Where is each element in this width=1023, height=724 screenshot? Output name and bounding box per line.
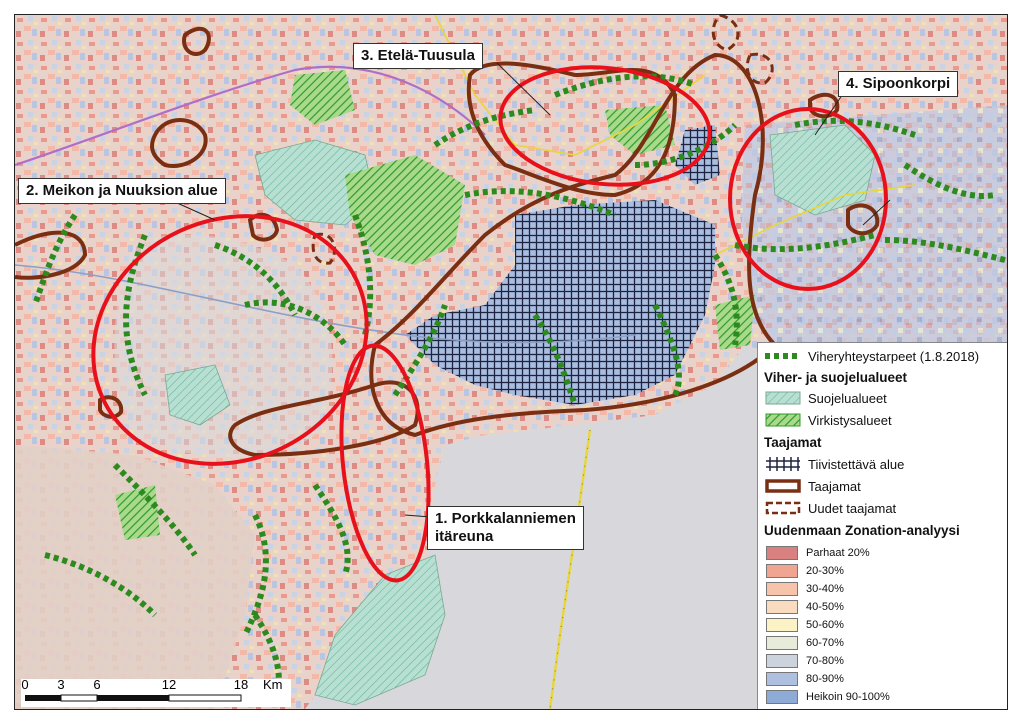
legend: Viheryhteystarpeet (1.8.2018) Viher- ja … — [757, 342, 1007, 709]
scale-tick-0: 0 — [21, 677, 29, 692]
zonation-label: 60-70% — [806, 637, 844, 649]
callout-area-1-line2: itäreuna — [435, 528, 494, 545]
legend-urban-heading: Taajamat — [764, 435, 822, 450]
scale-tick-6: 6 — [93, 677, 101, 692]
legend-zonation-item: Parhaat 20% — [766, 546, 870, 560]
scale-bar: 0 3 6 12 18 Km — [21, 677, 291, 707]
legend-zonation-item: 60-70% — [766, 636, 844, 650]
callout-area-1: 1. Porkkalanniemen itäreuna — [427, 506, 584, 550]
zonation-label: 20-30% — [806, 565, 844, 577]
scale-tick-12: 12 — [161, 677, 177, 692]
legend-zonation-item: 30-40% — [766, 582, 844, 596]
zonation-label: 80-90% — [806, 673, 844, 685]
legend-densify-label: Tiivistettävä alue — [808, 456, 905, 472]
railway-line — [548, 429, 592, 709]
zonation-swatch — [766, 654, 798, 668]
zonation-swatch — [766, 690, 798, 704]
legend-recreation: Virkistysalueet — [764, 412, 892, 428]
legend-new-urban-label: Uudet taajamat — [808, 500, 897, 516]
legend-new-urban: Uudet taajamat — [764, 500, 896, 516]
legend-zonation-item: Heikoin 90-100% — [766, 690, 890, 704]
scale-unit: Km — [263, 677, 283, 692]
green-link-symbol — [764, 348, 802, 364]
map-frame: 1. Porkkalanniemen itäreuna 2. Meikon ja… — [14, 14, 1008, 710]
zonation-swatch — [766, 582, 798, 596]
zonation-label: Heikoin 90-100% — [806, 691, 890, 703]
zonation-swatch — [766, 618, 798, 632]
scale-tick-3: 3 — [57, 677, 65, 692]
protected-symbol — [764, 390, 802, 406]
recreation-symbol — [764, 412, 802, 428]
urban-symbol — [764, 478, 802, 494]
legend-zonation-item: 50-60% — [766, 618, 844, 632]
legend-densify: Tiivistettävä alue — [764, 456, 904, 472]
zonation-label: 30-40% — [806, 583, 844, 595]
legend-green-links-label: Viheryhteystarpeet (1.8.2018) — [808, 348, 980, 364]
scale-bar-graphic — [25, 694, 242, 702]
legend-protected-label: Suojelualueet — [808, 390, 887, 406]
zonation-swatch — [766, 672, 798, 686]
legend-green-links: Viheryhteystarpeet (1.8.2018) — [764, 348, 979, 364]
legend-zonation-heading: Uudenmaan Zonation-analyysi — [764, 523, 960, 538]
legend-zonation-item: 70-80% — [766, 654, 844, 668]
legend-protected: Suojelualueet — [764, 390, 887, 406]
callout-area-4: 4. Sipoonkorpi — [838, 71, 959, 97]
legend-green-heading: Viher- ja suojelualueet — [764, 370, 908, 385]
callout-area-2: 2. Meikon ja Nuuksion alue — [18, 178, 226, 204]
callout-area-3: 3. Etelä-Tuusula — [353, 43, 483, 69]
callout-area-1-line1: 1. Porkkalanniemen — [435, 510, 576, 527]
zonation-swatch — [766, 600, 798, 614]
legend-urban-label: Taajamat — [808, 478, 861, 494]
zonation-label: 40-50% — [806, 601, 844, 613]
densify-symbol — [764, 456, 802, 472]
legend-recreation-label: Virkistysalueet — [808, 412, 892, 428]
legend-zonation-item: 40-50% — [766, 600, 844, 614]
zonation-label: 50-60% — [806, 619, 844, 631]
legend-urban: Taajamat — [764, 478, 861, 494]
new-urban-symbol — [764, 500, 802, 516]
zonation-label: 70-80% — [806, 655, 844, 667]
scale-tick-18: 18 — [233, 677, 249, 692]
legend-zonation-item: 80-90% — [766, 672, 844, 686]
legend-zonation-item: 20-30% — [766, 564, 844, 578]
zonation-swatch — [766, 546, 798, 560]
zonation-swatch — [766, 636, 798, 650]
zonation-swatch — [766, 564, 798, 578]
zonation-label: Parhaat 20% — [806, 547, 870, 559]
